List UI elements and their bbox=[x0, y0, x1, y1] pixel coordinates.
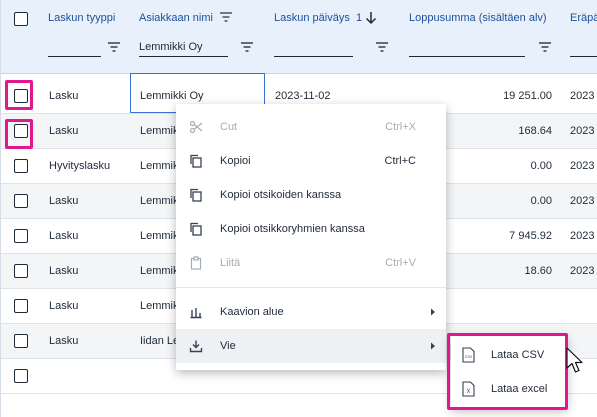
menu-item-copy[interactable]: Kopioi Ctrl+C bbox=[176, 144, 446, 178]
cell-due[interactable]: 2023 bbox=[570, 184, 594, 219]
cell-type[interactable]: Lasku bbox=[49, 184, 78, 219]
copy-icon bbox=[190, 222, 202, 236]
cell-type[interactable]: Lasku bbox=[49, 324, 78, 359]
menu-item-shortcut: Ctrl+X bbox=[385, 121, 416, 133]
row-checkbox[interactable] bbox=[14, 194, 28, 208]
export-submenu-highlight bbox=[447, 333, 568, 410]
menu-item-shortcut: Ctrl+V bbox=[385, 257, 416, 269]
menu-separator bbox=[176, 287, 446, 288]
column-header-type[interactable]: Laskun tyyppi bbox=[48, 0, 130, 74]
download-icon bbox=[189, 340, 203, 353]
filter-underline bbox=[139, 56, 228, 57]
copy-icon bbox=[190, 154, 202, 168]
filter-icon[interactable] bbox=[240, 40, 254, 54]
cell-customer[interactable]: Lemmik bbox=[140, 114, 179, 149]
mouse-pointer-icon bbox=[566, 347, 583, 373]
cell-customer[interactable]: Lemmik bbox=[140, 184, 179, 219]
filter-icon[interactable] bbox=[538, 40, 552, 54]
menu-item-cut[interactable]: Cut Ctrl+X bbox=[176, 110, 446, 144]
menu-item-shortcut: Ctrl+C bbox=[384, 155, 416, 167]
cell-type[interactable]: Lasku bbox=[49, 289, 78, 324]
column-header-customer[interactable]: Asiakkaan nimi Lemmikki Oy bbox=[139, 0, 263, 74]
menu-item-label: Kopioi bbox=[220, 155, 251, 167]
checkbox-highlight bbox=[5, 119, 33, 149]
cell-customer[interactable]: Lemmik bbox=[140, 149, 179, 184]
filter-underline bbox=[409, 56, 525, 57]
filter-underline bbox=[570, 56, 597, 57]
cell-customer[interactable]: Lemmik bbox=[140, 219, 179, 254]
filter-underline bbox=[274, 56, 353, 57]
copy-icon bbox=[190, 188, 202, 202]
sort-index: 1 bbox=[355, 12, 363, 24]
menu-item-label: Liitä bbox=[220, 257, 241, 269]
cell-customer[interactable]: Lemmik bbox=[140, 254, 179, 289]
menu-item-chart-range[interactable]: Kaavion alue bbox=[176, 295, 446, 329]
column-header-date[interactable]: Laskun päiväys 1 bbox=[274, 0, 398, 74]
menu-item-label: Kaavion alue bbox=[220, 306, 284, 318]
row-checkbox[interactable] bbox=[14, 264, 28, 278]
checkbox-highlight bbox=[5, 80, 33, 110]
menu-item-copy-with-headers[interactable]: Kopioi otsikoiden kanssa bbox=[176, 178, 446, 212]
cell-type[interactable]: Hyvityslasku bbox=[49, 149, 110, 184]
row-checkbox[interactable] bbox=[14, 299, 28, 313]
cell-type[interactable]: Lasku bbox=[49, 79, 78, 114]
select-all-checkbox[interactable] bbox=[14, 12, 28, 26]
column-title-due: Eräpä bbox=[570, 12, 597, 24]
submenu-arrow-icon bbox=[431, 342, 435, 350]
menu-item-label: Vie bbox=[220, 340, 236, 352]
column-header-due[interactable]: Eräpä bbox=[570, 0, 597, 74]
cell-due[interactable]: 2023 bbox=[570, 219, 594, 254]
menu-item-label: Kopioi otsikkoryhmien kanssa bbox=[220, 223, 365, 235]
menu-item-label: Kopioi otsikoiden kanssa bbox=[220, 189, 342, 201]
row-checkbox[interactable] bbox=[14, 159, 28, 173]
bar-chart-icon bbox=[190, 308, 202, 319]
menu-item-export[interactable]: Vie bbox=[176, 329, 446, 363]
filter-icon[interactable] bbox=[375, 40, 389, 54]
scissors-icon bbox=[189, 120, 203, 134]
column-title-date-text: Laskun päiväys bbox=[274, 12, 350, 24]
menu-item-paste[interactable]: Liitä Ctrl+V bbox=[176, 246, 446, 280]
cell-due[interactable]: 2023 bbox=[570, 114, 594, 149]
cell-due[interactable]: 2023 bbox=[570, 149, 594, 184]
row-checkbox[interactable] bbox=[14, 334, 28, 348]
column-title-date: Laskun päiväys 1 bbox=[274, 12, 362, 24]
menu-item-label: Cut bbox=[220, 121, 238, 133]
cell-customer[interactable]: Lemmik bbox=[140, 289, 179, 324]
column-menu-icon[interactable] bbox=[218, 9, 234, 25]
sort-descending-icon[interactable] bbox=[363, 10, 379, 26]
column-title-customer: Asiakkaan nimi bbox=[139, 12, 213, 24]
column-header-total[interactable]: Loppusumma (sisältäen alv) bbox=[409, 0, 557, 74]
filter-underline bbox=[48, 56, 101, 57]
cell-due[interactable]: 2023 bbox=[570, 79, 594, 114]
column-title-type: Laskun tyyppi bbox=[48, 12, 116, 24]
cell-type[interactable]: Lasku bbox=[49, 254, 78, 289]
submenu-arrow-icon bbox=[431, 308, 435, 316]
clipboard-icon bbox=[190, 256, 202, 270]
column-title-total: Loppusumma (sisältäen alv) bbox=[409, 12, 547, 24]
grid-header: Laskun tyyppi Asiakkaan nimi Lemmikki Oy… bbox=[1, 0, 597, 74]
row-checkbox[interactable] bbox=[14, 369, 28, 383]
filter-input-customer[interactable]: Lemmikki Oy bbox=[139, 41, 203, 53]
row-checkbox[interactable] bbox=[14, 229, 28, 243]
cell-type[interactable]: Lasku bbox=[49, 219, 78, 254]
cell-type[interactable]: Lasku bbox=[49, 114, 78, 149]
menu-item-copy-with-group-headers[interactable]: Kopioi otsikkoryhmien kanssa bbox=[176, 212, 446, 246]
cell-due[interactable]: 2023 bbox=[570, 254, 594, 289]
context-menu: Cut Ctrl+X Kopioi Ctrl+C Kopioi otsikoid… bbox=[176, 104, 446, 370]
filter-icon[interactable] bbox=[107, 40, 121, 54]
